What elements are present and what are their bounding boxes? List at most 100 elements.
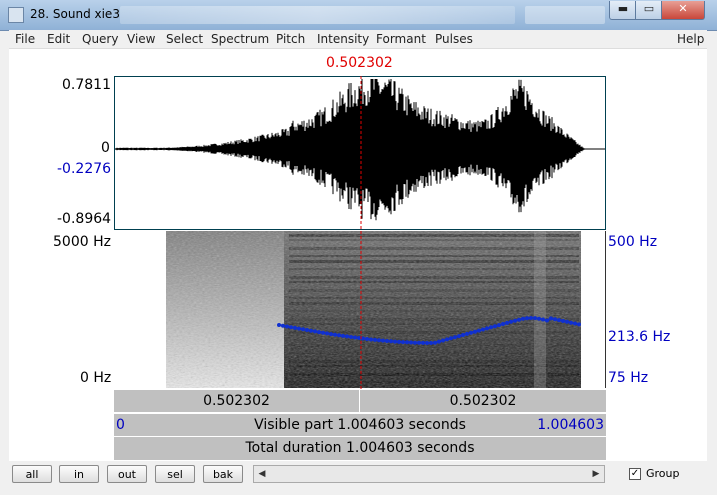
menu-file[interactable]: File — [15, 32, 35, 46]
spectrogram-texture — [166, 231, 581, 388]
pitch-point — [389, 339, 393, 344]
pitch-point — [321, 330, 325, 335]
group-label: Group — [646, 467, 680, 480]
pitch-point — [441, 338, 445, 343]
scroll-left-arrow-icon[interactable]: ◀ — [254, 466, 270, 482]
pitch-point — [445, 337, 449, 342]
pitch-point — [353, 335, 357, 340]
minimize-button[interactable]: ▬ — [609, 1, 637, 20]
pitch-point — [557, 318, 561, 323]
menu-query[interactable]: Query — [82, 32, 118, 46]
zoom-in-button[interactable]: in — [59, 465, 99, 483]
pitch-point — [541, 317, 545, 322]
pitch-point — [409, 340, 413, 345]
close-button[interactable]: ✕ — [661, 1, 705, 20]
spectrogram-top-freq-label: 5000 Hz — [53, 234, 111, 250]
pitch-point — [341, 333, 345, 338]
scroll-right-arrow-icon[interactable]: ▶ — [588, 466, 604, 482]
pitch-point — [285, 324, 289, 329]
pitch-point — [397, 339, 401, 344]
menu-pitch[interactable]: Pitch — [276, 32, 305, 46]
pitch-point — [533, 316, 537, 321]
pitch-point — [469, 330, 473, 335]
pitch-point — [277, 323, 281, 327]
pitch-point — [357, 336, 361, 340]
zoom-all-button[interactable]: all — [12, 465, 52, 483]
pitch-point — [505, 320, 509, 325]
pitch-point — [529, 316, 533, 320]
pitch-point — [453, 335, 457, 340]
visible-part-bar[interactable]: 0 Visible part 1.004603 seconds 1.004603 — [114, 414, 606, 436]
menu-spectrum[interactable]: Spectrum — [211, 32, 269, 46]
pitch-point — [485, 326, 489, 331]
pitch-point — [413, 340, 417, 345]
window-title: 28. Sound xie3 — [30, 7, 120, 21]
right-selection-bar[interactable]: 0.502302 — [360, 390, 606, 412]
menu-select[interactable]: Select — [166, 32, 203, 46]
cursor-time-label: 0.502302 — [326, 55, 393, 71]
menu-pulses[interactable]: Pulses — [435, 32, 473, 46]
wave-zero-label: 0 — [101, 140, 110, 156]
waveform-trace — [115, 79, 605, 221]
pitch-point — [577, 322, 581, 327]
wave-cursor-amplitude-label: -0.2276 — [57, 161, 112, 177]
waveform-panel[interactable] — [114, 76, 606, 230]
pitch-point — [573, 321, 577, 326]
pitch-point — [561, 319, 565, 323]
pitch-point — [433, 340, 437, 345]
pitch-point — [477, 328, 481, 333]
pitch-point — [569, 320, 573, 325]
pitch-mid-label: 213.6 Hz — [608, 329, 671, 345]
pitch-point — [369, 337, 373, 342]
zoom-back-button[interactable]: bak — [203, 465, 243, 483]
pitch-point — [393, 339, 397, 344]
praat-sound-editor-window: 28. Sound xie3 ▬ ▭ ✕ File Edit Query Vie… — [0, 0, 717, 495]
pitch-point — [297, 326, 301, 331]
pitch-point — [517, 317, 521, 322]
bottom-button-bar: all in out sel bak ◀ ▶ ✓ Group — [9, 461, 707, 487]
title-bar-blur-2 — [525, 6, 605, 24]
pitch-point — [425, 341, 429, 345]
pitch-point — [509, 319, 513, 324]
time-scrollbar[interactable]: ◀ ▶ — [253, 465, 605, 483]
title-bar[interactable]: 28. Sound xie3 ▬ ▭ ✕ — [0, 0, 717, 31]
visible-end-label: 1.004603 — [537, 417, 604, 433]
pitch-point — [365, 337, 369, 341]
spectrogram-panel[interactable] — [114, 231, 606, 388]
praat-app-icon — [8, 7, 24, 23]
visible-part-text: Visible part 1.004603 seconds — [254, 417, 466, 433]
pitch-point — [449, 336, 453, 341]
zoom-to-selection-button[interactable]: sel — [155, 465, 195, 483]
menu-bar: File Edit Query View Select Spectrum Pit… — [9, 30, 707, 48]
group-checkbox[interactable]: ✓ — [629, 468, 641, 480]
maximize-button[interactable]: ▭ — [635, 1, 663, 20]
menu-view[interactable]: View — [127, 32, 155, 46]
menu-help[interactable]: Help — [677, 32, 704, 46]
waveform-svg — [115, 79, 605, 221]
pitch-point — [309, 328, 313, 333]
pitch-point — [293, 325, 297, 330]
menu-formant[interactable]: Formant — [376, 32, 426, 46]
pitch-point — [437, 339, 441, 344]
visible-start-label: 0 — [116, 417, 125, 433]
pitch-point — [377, 338, 381, 343]
zoom-out-button[interactable]: out — [107, 465, 147, 483]
pitch-top-label: 500 Hz — [608, 234, 658, 250]
wave-min-label: -0.8964 — [57, 211, 112, 227]
pitch-point — [329, 332, 333, 337]
menu-intensity[interactable]: Intensity — [317, 32, 369, 46]
pitch-point — [545, 318, 549, 323]
pitch-point — [473, 329, 477, 334]
pitch-point — [497, 323, 501, 328]
pitch-point — [325, 331, 329, 336]
pitch-point — [349, 335, 353, 339]
total-duration-bar[interactable]: Total duration 1.004603 seconds — [114, 437, 606, 460]
pitch-point — [405, 340, 409, 345]
pitch-point — [305, 328, 309, 332]
pitch-point — [401, 340, 405, 345]
pitch-point — [521, 316, 525, 321]
menu-edit[interactable]: Edit — [47, 32, 70, 46]
pitch-point — [361, 336, 365, 341]
pitch-point — [465, 331, 469, 336]
left-selection-bar[interactable]: 0.502302 — [114, 390, 360, 412]
